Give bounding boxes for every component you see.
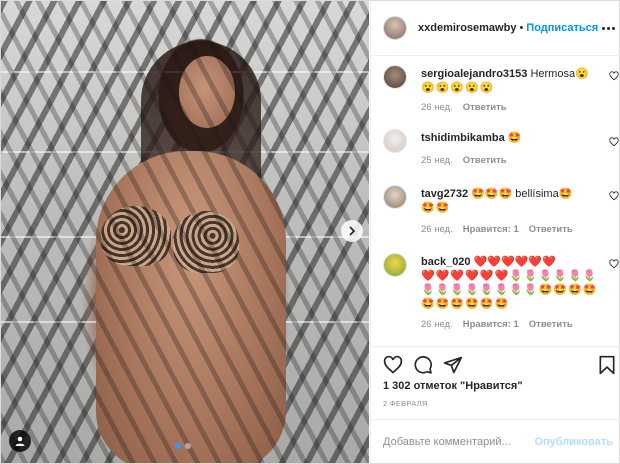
comment-body: tavg2732 🤩🤩🤩 bellísima🤩 🤩🤩 (421, 187, 593, 215)
comment-body: back_020 ❤️❤️❤️❤️❤️❤️ ❤️❤️❤️❤️❤️❤️🌷🌷🌷🌷🌷🌷… (421, 255, 601, 311)
more-dot-icon (612, 26, 616, 30)
comment-avatar[interactable] (383, 65, 407, 89)
save-button[interactable] (597, 355, 617, 375)
user-tag-icon (15, 436, 25, 446)
heart-icon (609, 137, 619, 147)
likes-count[interactable]: 1 302 отметок "Нравится" (383, 380, 523, 392)
comment-meta: 26 нед. Нравится: 1 Ответить (421, 319, 573, 330)
share-button[interactable] (443, 355, 463, 375)
comment-text: Hermosa😮 (527, 68, 589, 80)
comment-username[interactable]: sergioalejandro3153 (421, 68, 527, 80)
like-comment-button[interactable] (609, 259, 619, 269)
comment-avatar[interactable] (383, 129, 407, 153)
heart-icon (609, 71, 619, 81)
comment-text-cont: 🤩🤩 (421, 202, 451, 214)
like-button[interactable] (383, 355, 403, 375)
comment-text: 🤩🤩🤩 bellísima🤩 (468, 188, 573, 200)
comment-time[interactable]: 25 нед. (421, 155, 453, 166)
comment-time[interactable]: 26 нед. (421, 224, 453, 235)
separator-dot: • (519, 22, 524, 34)
heart-icon (383, 355, 403, 374)
comment-meta: 26 нед. Нравится: 1 Ответить (421, 224, 573, 235)
instagram-post: xxdemirosemawby • Подписаться sergioalej… (0, 0, 620, 464)
user-tag-button[interactable] (9, 430, 31, 452)
comment-username[interactable]: tavg2732 (421, 188, 468, 200)
share-icon (443, 356, 463, 374)
follow-button[interactable]: Подписаться (526, 22, 598, 34)
next-slide-button[interactable] (341, 220, 363, 242)
reply-button[interactable]: Ответить (529, 319, 573, 330)
comment-text-cont: ❤️❤️❤️❤️❤️❤️🌷🌷🌷🌷🌷🌷🌷🌷🌷🌷🌷🌷🌷🌷🤩🤩🤩🤩🤩🤩🤩🤩🤩🤩 (421, 270, 598, 310)
author-username[interactable]: xxdemirosemawby (418, 22, 516, 34)
comment-body: tshidimbikamba 🤩 (421, 131, 593, 145)
comment-likes[interactable]: Нравится: 1 (463, 224, 519, 235)
heart-icon (609, 259, 619, 269)
comment-username[interactable]: tshidimbikamba (421, 132, 505, 144)
author-avatar[interactable] (383, 16, 407, 40)
comment-avatar[interactable] (383, 253, 407, 277)
like-comment-button[interactable] (609, 191, 619, 201)
carousel-dot-active (175, 443, 181, 449)
comment-text: ❤️❤️❤️❤️❤️❤️ (470, 256, 556, 268)
reply-button[interactable]: Ответить (529, 224, 573, 235)
comment-meta: 25 нед. Ответить (421, 155, 507, 166)
reply-button[interactable]: Ответить (463, 155, 507, 166)
comment-item: tavg2732 🤩🤩🤩 bellísima🤩 🤩🤩 26 нед. Нрави… (383, 185, 619, 237)
post-header: xxdemirosemawby • Подписаться (371, 1, 620, 56)
comment-input[interactable] (383, 435, 535, 448)
like-comment-button[interactable] (609, 71, 619, 81)
bookmark-icon (599, 355, 615, 375)
chevron-right-icon (349, 226, 356, 236)
comment-text: 🤩 (504, 132, 522, 144)
add-comment-form: Опубликовать (371, 419, 620, 463)
palm-shadow (1, 1, 369, 463)
like-comment-button[interactable] (609, 137, 619, 147)
comment-time[interactable]: 26 нед. (421, 319, 453, 330)
more-dot-icon (607, 26, 611, 30)
more-dot-icon (602, 26, 606, 30)
comment-avatar[interactable] (383, 185, 407, 209)
comment-icon (414, 356, 432, 374)
carousel-indicator (175, 443, 191, 449)
carousel-dot (185, 443, 191, 449)
heart-icon (609, 191, 619, 201)
comment-username[interactable]: back_020 (421, 256, 471, 268)
comment-body: sergioalejandro3153 Hermosa😮 😮😮😮😮😮 (421, 67, 593, 95)
reply-button[interactable]: Ответить (463, 102, 507, 113)
comment-time[interactable]: 26 нед. (421, 102, 453, 113)
comment-text-cont: 😮😮😮😮😮 (421, 82, 495, 94)
comment-meta: 26 нед. Ответить (421, 102, 507, 113)
post-photo[interactable] (1, 1, 369, 463)
comment-item: back_020 ❤️❤️❤️❤️❤️❤️ ❤️❤️❤️❤️❤️❤️🌷🌷🌷🌷🌷🌷… (383, 253, 619, 335)
comment-item: sergioalejandro3153 Hermosa😮 😮😮😮😮😮 26 не… (383, 65, 619, 125)
post-date[interactable]: 2 февраля (383, 399, 428, 408)
more-options-button[interactable] (598, 23, 619, 34)
comment-item: tshidimbikamba 🤩 25 нед. Ответить (383, 129, 619, 169)
publish-button[interactable]: Опубликовать (534, 436, 613, 448)
comments-list: sergioalejandro3153 Hermosa😮 😮😮😮😮😮 26 не… (371, 57, 620, 345)
comment-likes[interactable]: Нравится: 1 (463, 319, 519, 330)
comment-button[interactable] (413, 355, 433, 375)
post-actions-bar (371, 346, 620, 375)
post-side-panel: xxdemirosemawby • Подписаться sergioalej… (370, 1, 620, 463)
